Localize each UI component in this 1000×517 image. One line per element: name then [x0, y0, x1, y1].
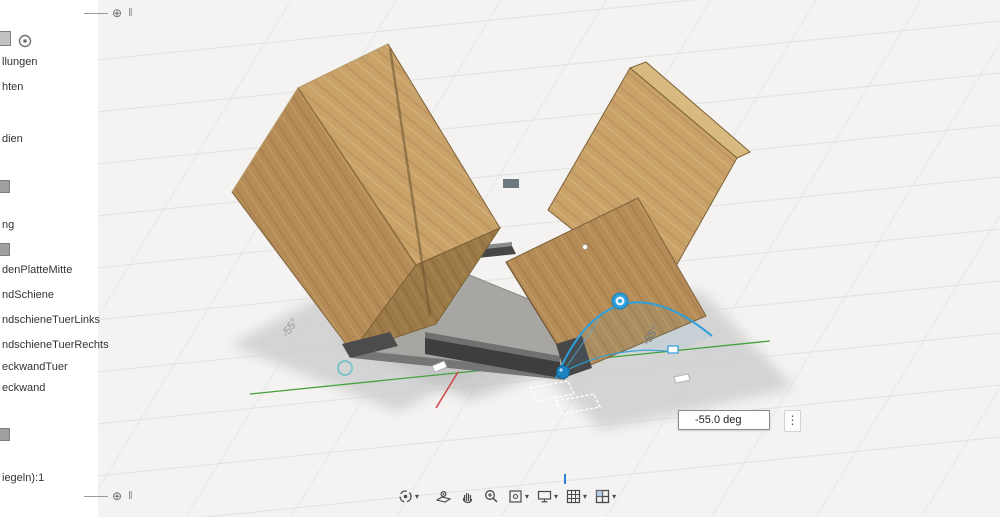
flyout-caret-icon[interactable]: ▾ — [612, 493, 616, 501]
expand-icon[interactable]: ⊕ — [112, 490, 122, 502]
tree-item[interactable]: denPlatteMitte — [2, 264, 72, 277]
flyout-caret-icon[interactable]: ▾ — [554, 493, 558, 501]
pan-button[interactable] — [458, 487, 477, 506]
browser-icon[interactable] — [0, 428, 10, 441]
viewport-canvas[interactable]: -55° -55° — [0, 0, 1000, 517]
fit-button[interactable]: ▾ — [506, 487, 530, 506]
tree-item[interactable]: iegeln):1 — [2, 472, 44, 485]
flyout-caret-icon[interactable]: ▾ — [583, 493, 587, 501]
look-at-button[interactable] — [434, 487, 453, 506]
flyout-caret-icon[interactable]: ▾ — [525, 493, 529, 501]
tree-item[interactable]: ng — [2, 219, 14, 232]
tree-item[interactable]: ndschieneTuerLinks — [2, 314, 100, 327]
tree-item[interactable]: eckwand — [2, 382, 45, 395]
grid-icon — [565, 488, 582, 505]
tree-item[interactable]: eckwandTuer — [2, 361, 68, 374]
browser-panel[interactable]: llungen hten dien ng denPlatteMitte ndSc… — [0, 0, 98, 517]
dimension-options-button[interactable]: ⋮ — [784, 410, 801, 432]
snap-handle[interactable] — [668, 346, 678, 353]
grip-handle-icon[interactable]: ‖ — [128, 490, 134, 502]
ground-grid — [0, 0, 1000, 517]
text-cursor — [564, 474, 566, 484]
tree-item[interactable]: hten — [2, 81, 23, 94]
tree-item[interactable]: dien — [2, 133, 23, 146]
viewports-button[interactable]: ▾ — [593, 487, 617, 506]
grip-line — [84, 13, 108, 14]
small-badge — [503, 179, 519, 188]
panel-toggle-top[interactable]: ⊕ ‖ — [84, 7, 134, 19]
navigation-toolbar: ▾ — [396, 487, 617, 506]
flyout-caret-icon[interactable]: ▾ — [415, 493, 419, 501]
grip-handle-icon[interactable]: ‖ — [128, 7, 134, 19]
tree-item[interactable]: ndschieneTuerRechts — [2, 339, 109, 352]
orbit-icon — [397, 488, 414, 505]
display-settings-icon — [536, 488, 553, 505]
browser-icon[interactable] — [0, 31, 11, 46]
browser-icon[interactable] — [0, 180, 10, 193]
orbit-button[interactable]: ▾ — [396, 487, 420, 506]
angle-dimension-input[interactable] — [678, 410, 770, 430]
display-settings-button[interactable]: ▾ — [535, 487, 559, 506]
pivot-highlight — [559, 368, 562, 371]
grid-and-snaps-button[interactable]: ▾ — [564, 487, 588, 506]
browser-icon[interactable] — [0, 243, 10, 256]
expand-icon[interactable]: ⊕ — [112, 7, 122, 19]
fusion360-window: -55° -55° llungen hten dien ng denPlatte… — [0, 0, 1000, 517]
pan-hand-icon — [459, 488, 476, 505]
fit-icon — [507, 488, 524, 505]
tree-item[interactable]: llungen — [2, 56, 37, 69]
circle-dot-icon[interactable] — [16, 32, 50, 50]
tree-item[interactable]: ndSchiene — [2, 289, 54, 302]
zoom-icon — [483, 488, 500, 505]
rotate-handle-dot — [618, 299, 622, 303]
viewports-icon — [594, 488, 611, 505]
look-at-icon — [435, 488, 452, 505]
grip-line — [84, 496, 108, 497]
panel-toggle-bottom[interactable]: ⊕ ‖ — [84, 490, 134, 502]
zoom-button[interactable] — [482, 487, 501, 506]
pivot-ball[interactable] — [557, 366, 570, 379]
selection-point[interactable] — [583, 245, 588, 250]
